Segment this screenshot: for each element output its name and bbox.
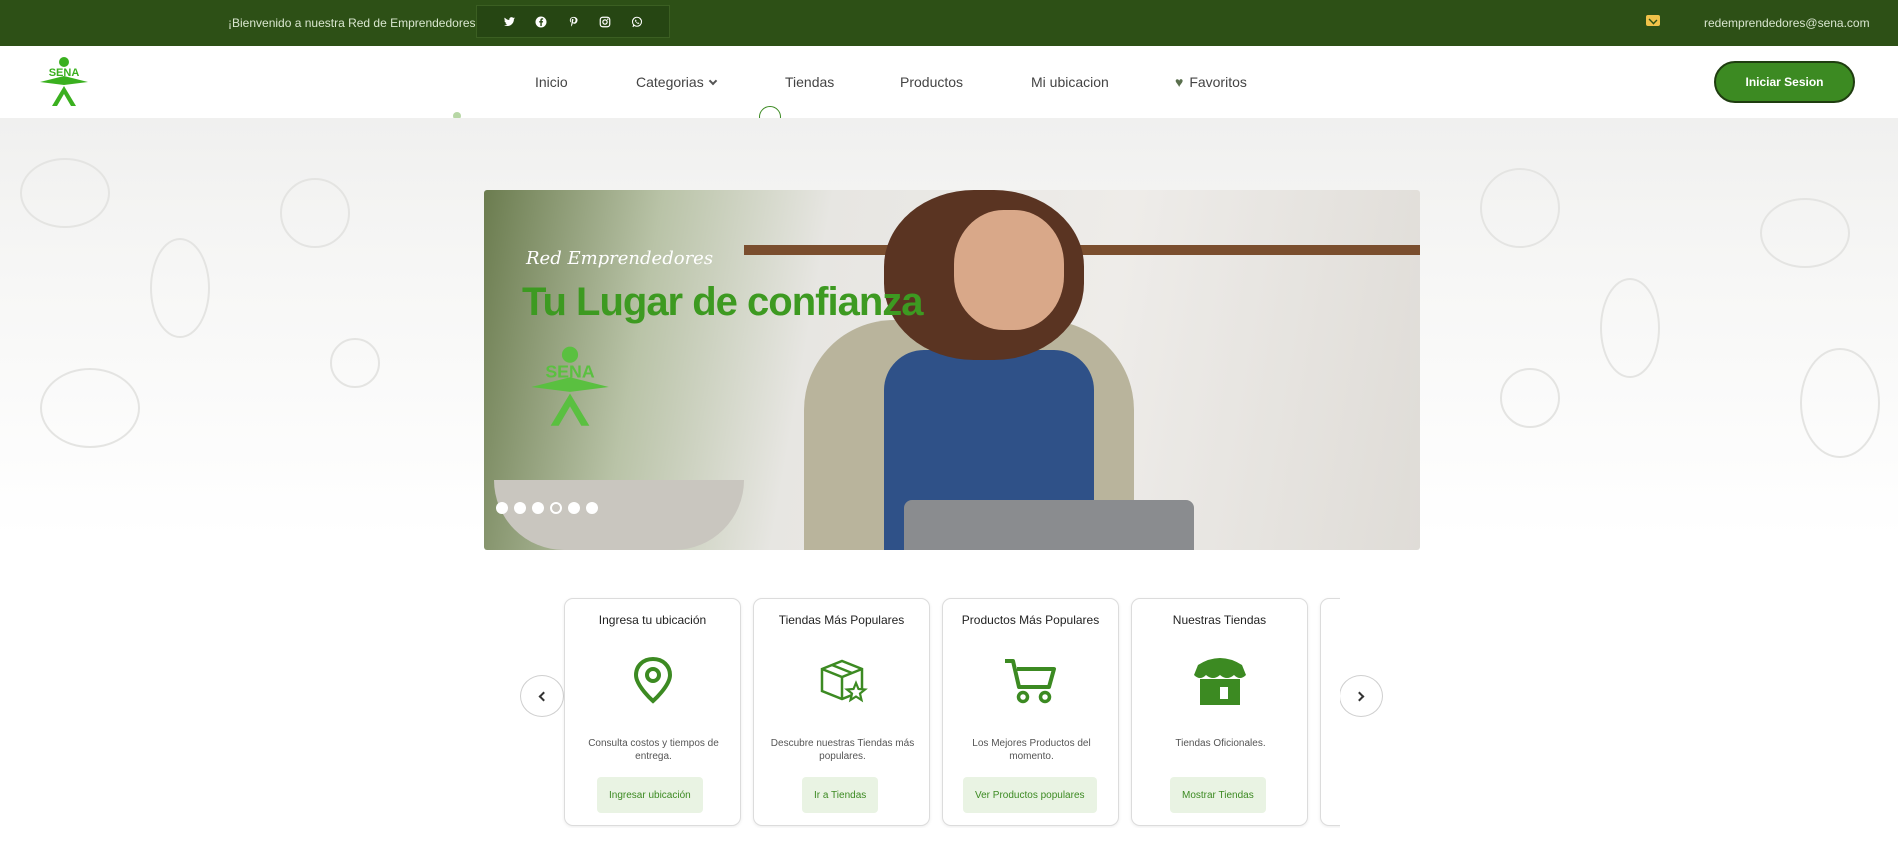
hero-dot[interactable] — [514, 502, 526, 514]
card-tiendas-populares: Tiendas Más Populares Descubre nuestras … — [753, 598, 930, 826]
ingresar-ubicacion-button[interactable]: Ingresar ubicación — [597, 777, 703, 813]
nav-categorias-label: Categorias — [636, 74, 704, 90]
nav-categorias[interactable]: Categorias — [636, 74, 717, 90]
social-links — [476, 5, 670, 38]
main-navbar: SENA Inicio Categorias Tiendas Productos… — [0, 46, 1898, 118]
login-button[interactable]: Iniciar Sesion — [1714, 61, 1855, 103]
hero-brand-text: Red Emprendedores — [526, 248, 714, 269]
card-description: Tiendas Oficionales. — [1175, 738, 1266, 749]
nav-favoritos-label: Favoritos — [1189, 74, 1247, 90]
mail-icon — [1646, 15, 1660, 26]
sena-logo[interactable]: SENA — [38, 56, 90, 108]
face-graphic — [954, 210, 1064, 330]
facebook-icon[interactable] — [533, 14, 549, 30]
hero-dot[interactable] — [496, 502, 508, 514]
hero-dot-active[interactable] — [550, 502, 562, 514]
top-bar: ¡Bienvenido a nuestra Red de Emprendedor… — [0, 0, 1898, 46]
card-description: Descubre nuestras Tiendas más populares. — [770, 738, 915, 762]
hero-sena-logo: SENA — [531, 346, 609, 426]
card-title: Ingresa tu ubicación — [598, 613, 707, 627]
pinterest-icon[interactable] — [565, 14, 581, 30]
nav-favoritos[interactable]: ♥ Favoritos — [1175, 74, 1247, 90]
hero-pagination — [496, 502, 598, 514]
card-description: Consulta costos y tiempos de entrega. — [588, 738, 719, 762]
ir-a-tiendas-button[interactable]: Ir a Tiendas — [802, 777, 879, 813]
welcome-message: ¡Bienvenido a nuestra Red de Emprendedor… — [228, 16, 479, 30]
storefront-icon — [1194, 658, 1246, 705]
mostrar-tiendas-button[interactable]: Mostrar Tiendas — [1170, 777, 1266, 813]
card-nuestras-tiendas: Nuestras Tiendas Tiendas Oficionales. Mo… — [1131, 598, 1308, 826]
whatsapp-icon[interactable] — [629, 14, 645, 30]
box-star-icon — [820, 659, 868, 703]
laptop-graphic — [904, 500, 1194, 550]
card-description: Los Mejores Productos del momento. — [972, 738, 1091, 762]
ver-productos-populares-button[interactable]: Ver Productos populares — [963, 777, 1097, 813]
card-partial — [1320, 598, 1340, 826]
card-productos-populares: Productos Más Populares Los Mejores Prod… — [942, 598, 1119, 826]
location-pin-icon — [633, 656, 673, 704]
nav-inicio[interactable]: Inicio — [535, 74, 568, 90]
heart-icon: ♥ — [1175, 74, 1184, 90]
card-title: Tiendas Más Populares — [778, 613, 905, 627]
twitter-icon[interactable] — [501, 14, 517, 30]
card-title: Nuestras Tiendas — [1172, 613, 1267, 627]
shopping-cart-icon — [1005, 659, 1056, 704]
bowl-graphic — [494, 480, 744, 550]
carousel-next-button[interactable] — [1339, 675, 1383, 717]
nav-mi-ubicacion[interactable]: Mi ubicacion — [1031, 74, 1109, 90]
chevron-down-icon — [708, 76, 717, 86]
hero-dot[interactable] — [532, 502, 544, 514]
hero-headline: Tu Lugar de confianza — [522, 280, 924, 324]
card-title: Productos Más Populares — [961, 613, 1100, 627]
nav-productos[interactable]: Productos — [900, 74, 963, 90]
hero-banner: Red Emprendedores Tu Lugar de confianza … — [484, 190, 1420, 550]
chevron-right-icon — [1354, 691, 1365, 701]
contact-email[interactable]: redemprendedores@sena.com — [1704, 16, 1870, 30]
card-ubicacion: Ingresa tu ubicación Consulta costos y t… — [564, 598, 741, 826]
carousel-prev-button[interactable] — [520, 675, 564, 717]
hero-dot[interactable] — [586, 502, 598, 514]
instagram-icon[interactable] — [597, 14, 613, 30]
chevron-left-icon — [538, 691, 549, 701]
hero-dot[interactable] — [568, 502, 580, 514]
nav-tiendas[interactable]: Tiendas — [785, 74, 834, 90]
feature-cards-carousel: Ingresa tu ubicación Consulta costos y t… — [562, 596, 1340, 828]
